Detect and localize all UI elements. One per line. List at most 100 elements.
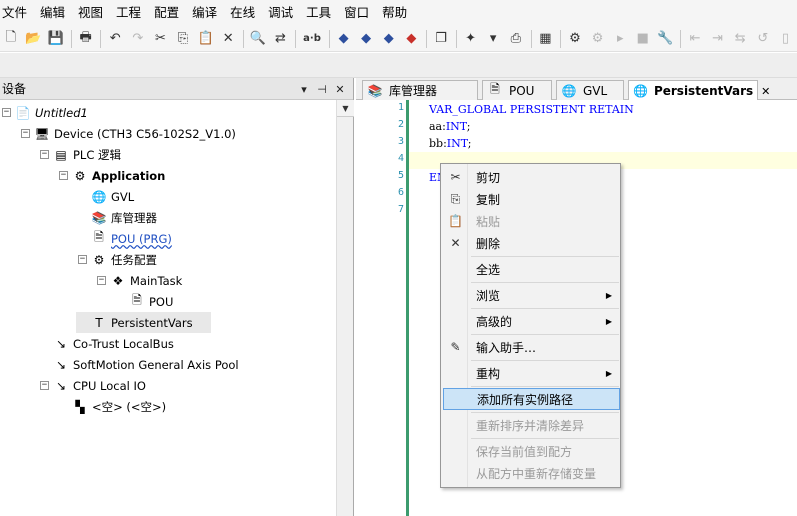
breakpoint-icon[interactable]: ◆ bbox=[333, 28, 355, 50]
tree-scrollbar[interactable]: ▼ bbox=[336, 100, 354, 516]
menu-item-5[interactable]: 编译 bbox=[189, 0, 224, 26]
stop-icon[interactable]: ■ bbox=[632, 28, 654, 50]
step-a-icon[interactable]: ⇤ bbox=[684, 28, 706, 50]
tree-toggle-cpu-io[interactable]: − bbox=[40, 381, 49, 390]
tree-label-pou: POU (PRG) bbox=[111, 231, 172, 246]
build-icon[interactable]: ▦ bbox=[535, 28, 557, 50]
tree-node-persistent[interactable]: T PersistentVars bbox=[76, 312, 211, 333]
menu-item-2[interactable]: 视图 bbox=[75, 0, 110, 26]
context-menu-item-5[interactable]: 全选 bbox=[443, 258, 620, 280]
login-icon[interactable]: ⚙ bbox=[564, 28, 586, 50]
context-menu-item-7[interactable]: 浏览 ▶ bbox=[443, 284, 620, 306]
tree-toggle-maintask[interactable]: − bbox=[97, 276, 106, 285]
context-menu-icon-2: 📋 bbox=[448, 214, 463, 228]
tree-node-library[interactable]: 📚 库管理器 bbox=[78, 207, 157, 228]
tree-node-pou[interactable]: 🗎 POU (PRG) bbox=[78, 228, 172, 249]
panel-dropdown-icon[interactable]: ▾ bbox=[295, 80, 313, 98]
tree-node-application[interactable]: − ⚙ Application bbox=[59, 165, 165, 186]
context-menu-item-15[interactable]: 添加所有实例路径 bbox=[443, 388, 620, 410]
context-menu-item-19[interactable]: 保存当前值到配方 bbox=[443, 440, 620, 462]
context-menu-label-2: 粘贴 bbox=[476, 214, 501, 229]
context-menu-item-11[interactable]: ✎ 输入助手… bbox=[443, 336, 620, 358]
menu-item-6[interactable]: 在线 bbox=[227, 0, 262, 26]
scroll-down-icon[interactable]: ▼ bbox=[337, 100, 354, 117]
menu-item-7[interactable]: 调试 bbox=[265, 0, 300, 26]
context-menu-item-0[interactable]: ✂ 剪切 bbox=[443, 166, 620, 188]
code-line-3[interactable]: bb:INT; bbox=[429, 135, 471, 152]
step-e-icon[interactable]: ▯ bbox=[775, 28, 797, 50]
code-line-2[interactable]: aa:INT; bbox=[429, 118, 470, 135]
tree-node-softmotion[interactable]: ↘ SoftMotion General Axis Pool bbox=[40, 354, 239, 375]
windows-icon[interactable]: ❐ bbox=[430, 28, 452, 50]
submenu-arrow-icon: ▶ bbox=[605, 290, 612, 300]
tree-node-device[interactable]: − 🖥 Device (CTH3 C56-102S2_V1.0) bbox=[21, 123, 236, 144]
step-c-icon[interactable]: ⇆ bbox=[729, 28, 751, 50]
save-icon[interactable]: 💾 bbox=[45, 28, 67, 50]
menu-item-3[interactable]: 工程 bbox=[113, 0, 148, 26]
step-out-icon[interactable]: ◆ bbox=[401, 28, 423, 50]
tree-node-maintask[interactable]: − ❖ MainTask bbox=[97, 270, 182, 291]
tree-node-gvl[interactable]: 🌐 GVL bbox=[78, 186, 135, 207]
run-icon[interactable]: ▸ bbox=[609, 28, 631, 50]
line-number: 3 bbox=[397, 136, 404, 147]
context-menu-label-9: 高级的 bbox=[476, 314, 513, 329]
panel-close-icon[interactable]: ✕ bbox=[331, 80, 349, 98]
add-object-icon[interactable]: ✦ bbox=[460, 28, 482, 50]
logout-icon[interactable]: ⚙ bbox=[587, 28, 609, 50]
tab-0[interactable]: 📚 库管理器 bbox=[362, 80, 478, 100]
menu-item-9[interactable]: 窗口 bbox=[341, 0, 376, 26]
tree-toggle-plc[interactable]: − bbox=[40, 150, 49, 159]
menu-item-4[interactable]: 配置 bbox=[151, 0, 186, 26]
properties-icon[interactable]: ⎙ bbox=[505, 28, 527, 50]
context-menu-item-1[interactable]: ⎘ 复制 bbox=[443, 188, 620, 210]
code-line-1[interactable]: VAR_GLOBAL PERSISTENT RETAIN bbox=[429, 101, 634, 118]
tab-1[interactable]: 🗎 POU bbox=[482, 80, 552, 100]
context-menu-label-11: 输入助手… bbox=[476, 340, 537, 355]
print-icon[interactable]: 🖶 bbox=[75, 28, 97, 50]
step-d-icon[interactable]: ↺ bbox=[752, 28, 774, 50]
code-tail-3: ; bbox=[467, 137, 472, 150]
context-menu-item-13[interactable]: 重构 ▶ bbox=[443, 362, 620, 384]
context-menu-item-20[interactable]: 从配方中重新存储变量 bbox=[443, 462, 620, 484]
step-b-icon[interactable]: ⇥ bbox=[707, 28, 729, 50]
context-menu-item-9[interactable]: 高级的 ▶ bbox=[443, 310, 620, 332]
ab-icon[interactable]: a·b bbox=[299, 28, 325, 50]
menu-item-1[interactable]: 编辑 bbox=[37, 0, 72, 26]
copy-icon[interactable]: ⎘ bbox=[172, 28, 194, 50]
find-icon[interactable]: 🔍 bbox=[247, 28, 269, 50]
context-menu-item-3[interactable]: ✕ 删除 bbox=[443, 232, 620, 254]
undo-icon[interactable]: ↶ bbox=[104, 28, 126, 50]
tree-toggle-task-config[interactable]: − bbox=[78, 255, 87, 264]
delete-icon[interactable]: ✕ bbox=[217, 28, 239, 50]
tree-toggle-device[interactable]: − bbox=[21, 129, 30, 138]
dropdown-arrow-icon[interactable]: ▾ bbox=[482, 28, 504, 50]
context-menu-item-17[interactable]: 重新排序并清除差异 bbox=[443, 414, 620, 436]
code-text-2: aa: bbox=[429, 120, 446, 133]
context-menu-item-2[interactable]: 📋 粘贴 bbox=[443, 210, 620, 232]
tree-node-pou-call[interactable]: 🗎 POU bbox=[116, 291, 173, 312]
tree-node-task-config[interactable]: − ⚙ 任务配置 bbox=[78, 249, 157, 270]
tree-node-cotrust[interactable]: ↘ Co-Trust LocalBus bbox=[40, 333, 174, 354]
tab-2[interactable]: 🌐 GVL bbox=[556, 80, 624, 100]
tree-node-untitled[interactable]: − 📄 Untitled1 bbox=[2, 102, 88, 123]
menu-item-8[interactable]: 工具 bbox=[303, 0, 338, 26]
new-file-icon[interactable]: 🗋 bbox=[0, 28, 22, 50]
tree-node-empty[interactable]: ▚ <空> (<空>) bbox=[59, 396, 166, 417]
tab-3[interactable]: 🌐 PersistentVars ✕ bbox=[628, 80, 770, 101]
panel-pin-icon[interactable]: ⊣ bbox=[313, 80, 331, 98]
menu-item-10[interactable]: 帮助 bbox=[379, 0, 414, 26]
step-over-icon[interactable]: ◆ bbox=[355, 28, 377, 50]
open-folder-icon[interactable]: 📂 bbox=[23, 28, 45, 50]
paste-icon[interactable]: 📋 bbox=[195, 28, 217, 50]
redo-icon[interactable]: ↷ bbox=[127, 28, 149, 50]
tab-close-icon[interactable]: ✕ bbox=[761, 85, 770, 98]
menu-item-0[interactable]: 文件 bbox=[0, 0, 34, 26]
replace-icon[interactable]: ⇄ bbox=[270, 28, 292, 50]
tree-toggle-untitled[interactable]: − bbox=[2, 108, 11, 117]
tree-toggle-application[interactable]: − bbox=[59, 171, 68, 180]
tools-icon[interactable]: 🔧 bbox=[655, 28, 677, 50]
step-into-icon[interactable]: ◆ bbox=[378, 28, 400, 50]
tree-node-cpu-io[interactable]: − ↘ CPU Local IO bbox=[40, 375, 146, 396]
cut-icon[interactable]: ✂ bbox=[150, 28, 172, 50]
tree-node-plc[interactable]: − ▤ PLC 逻辑 bbox=[40, 144, 121, 165]
